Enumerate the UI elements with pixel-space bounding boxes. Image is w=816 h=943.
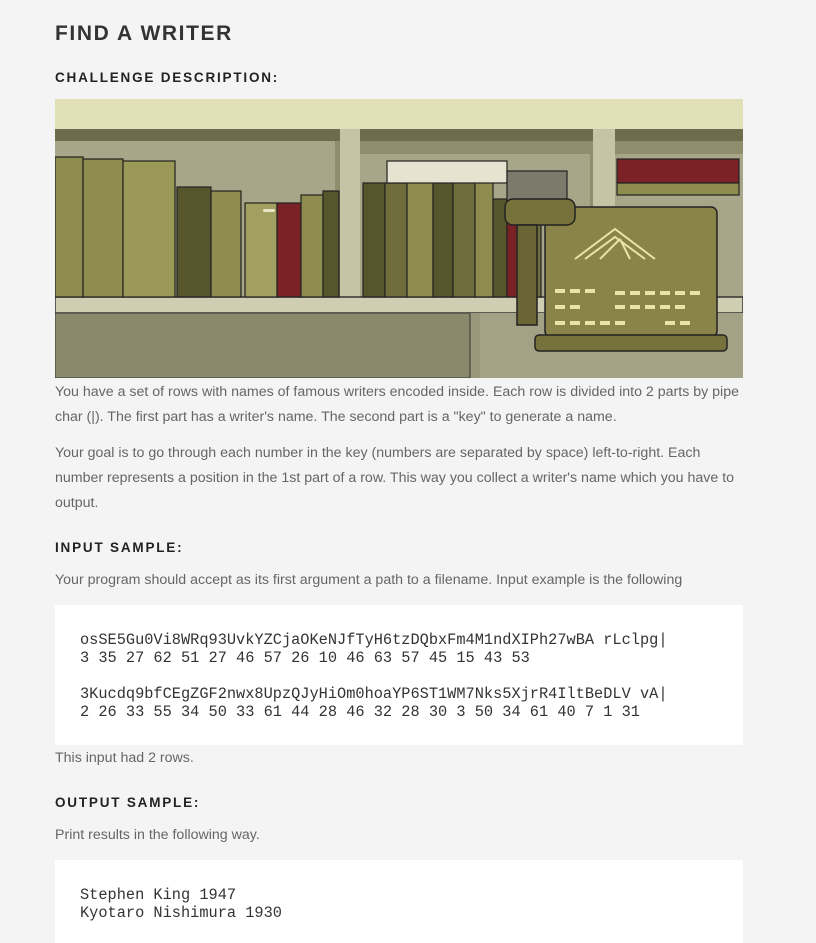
output-sample-heading: OUTPUT SAMPLE:	[55, 795, 201, 810]
input-row-1-encoded: osSE5Gu0Vi8WRq93UvkYZCjaOKeNJfTyH6tzDQbx…	[80, 631, 668, 649]
input-row-2-encoded: 3Kucdq9bfCEgZGF2nwx8UpzQJyHiOm0hoaYP6ST1…	[80, 685, 668, 703]
output-line-1: Stephen King 1947	[80, 886, 237, 904]
output-sample-code-block: Stephen King 1947 Kyotaro Nishimura 1930	[55, 860, 743, 943]
input-row-2-key: 2 26 33 55 34 50 33 61 44 28 46 32 28 30…	[80, 703, 640, 721]
description-paragraph-2: Your goal is to go through each number i…	[55, 445, 735, 511]
output-line-2: Kyotaro Nishimura 1930	[80, 904, 282, 922]
output-sample-intro: Print results in the following way.	[55, 827, 260, 843]
input-sample-code-block: osSE5Gu0Vi8WRq93UvkYZCjaOKeNJfTyH6tzDQbx…	[55, 605, 743, 745]
input-row-1-key: 3 35 27 62 51 27 46 57 26 10 46 63 57 45…	[80, 649, 530, 667]
page-title: FIND A WRITER	[55, 22, 233, 45]
description-paragraph-1: You have a set of rows with names of fam…	[55, 384, 739, 425]
challenge-description-heading: CHALLENGE DESCRIPTION:	[55, 70, 280, 85]
input-sample-heading: INPUT SAMPLE:	[55, 540, 184, 555]
input-sample-intro: Your program should accept as its first …	[55, 572, 683, 588]
bookshelf-illustration	[55, 99, 743, 378]
input-sample-note: This input had 2 rows.	[55, 750, 194, 766]
